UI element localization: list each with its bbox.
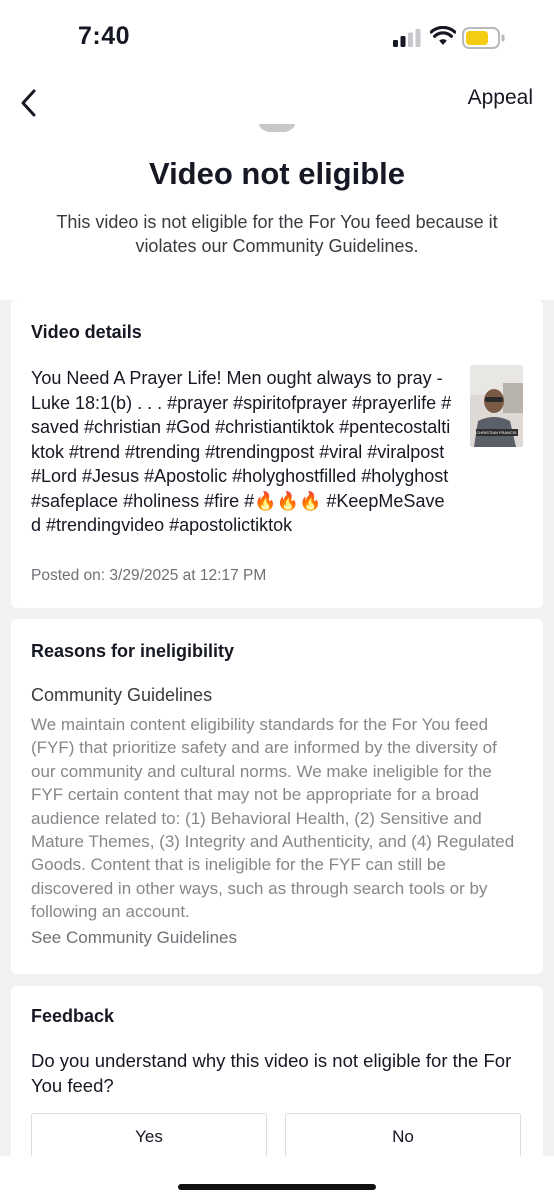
bottom-bar xyxy=(0,1156,554,1200)
feedback-heading: Feedback xyxy=(31,1006,115,1026)
wifi-icon xyxy=(430,26,456,45)
ineligible-hero: Video not eligible This video is not eli… xyxy=(0,124,554,300)
chevron-left-icon xyxy=(21,89,36,117)
reasons-heading: Reasons for ineligibility xyxy=(31,641,235,661)
home-indicator[interactable] xyxy=(178,1184,376,1190)
reason-description: We maintain content eligibility standard… xyxy=(31,715,515,922)
video-details-heading: Video details xyxy=(31,322,142,342)
video-thumbnail[interactable]: CHRISTIAN FRANCIS xyxy=(470,365,523,447)
see-community-guidelines-link[interactable]: See Community Guidelines xyxy=(31,928,237,948)
navigation-bar: Appeal xyxy=(0,76,554,130)
video-caption: You Need A Prayer Life! Men ought always… xyxy=(31,368,452,535)
posted-date: Posted on: 3/29/2025 at 12:17 PM xyxy=(31,567,267,584)
reasons-card: Reasons for ineligibility Community Guid… xyxy=(11,619,543,974)
video-details-card: Video details You Need A Prayer Life! Me… xyxy=(11,300,543,608)
reason-category: Community Guidelines xyxy=(31,685,213,705)
status-bar: 7:40 xyxy=(0,0,554,76)
cellular-signal-icon xyxy=(393,29,421,47)
status-icon xyxy=(259,124,295,132)
yes-button[interactable]: Yes xyxy=(31,1113,267,1159)
thumbnail-text: CHRISTIAN FRANCIS xyxy=(476,430,517,435)
feedback-question: Do you understand why this video is not … xyxy=(31,1050,512,1096)
appeal-button[interactable]: Appeal xyxy=(468,86,533,110)
no-button[interactable]: No xyxy=(285,1113,521,1159)
battery-icon xyxy=(462,27,505,49)
page-title: Video not eligible xyxy=(148,156,406,191)
page-description: This video is not eligible for the For Y… xyxy=(56,212,498,256)
status-time: 7:40 xyxy=(78,22,131,50)
back-button[interactable] xyxy=(14,82,46,122)
